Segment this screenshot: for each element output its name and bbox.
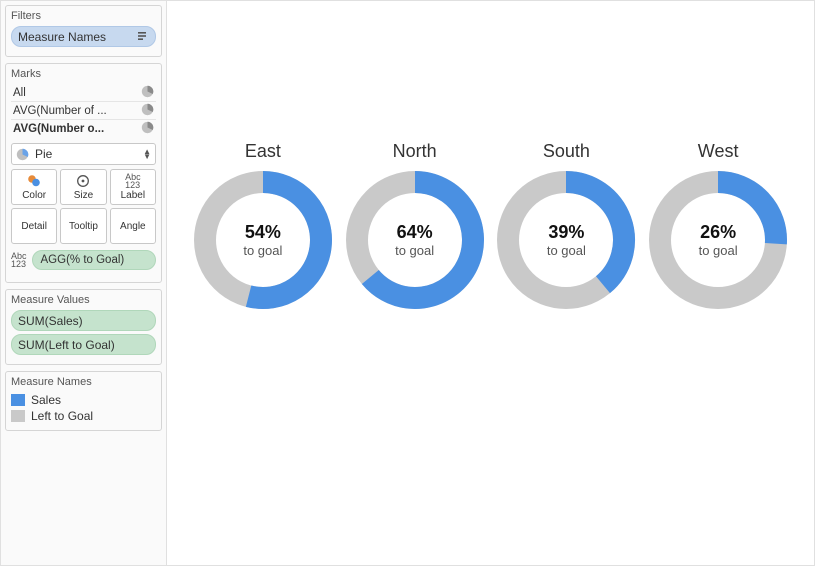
mark-type-label: Pie: [35, 147, 52, 161]
filter-chip-label: Measure Names: [18, 30, 106, 44]
pct-value: 39%: [548, 222, 584, 243]
detail-button[interactable]: Detail: [11, 208, 57, 244]
legend-panel: Measure Names Sales Left to Goal: [5, 371, 162, 431]
donut-chart[interactable]: 64%to goal: [345, 170, 485, 310]
marks-title: Marks: [11, 68, 156, 80]
region-title: North: [393, 141, 437, 162]
region-title: East: [245, 141, 281, 162]
marks-layer-label: All: [13, 87, 26, 99]
region-title: West: [698, 141, 739, 162]
donut-east: East 54%to goal: [193, 141, 333, 310]
donut-chart[interactable]: 54%to goal: [193, 170, 333, 310]
legend-swatch-sales: [11, 394, 25, 406]
legend-item-sales[interactable]: Sales: [11, 392, 156, 408]
mv-pill-0[interactable]: SUM(Sales): [11, 310, 156, 331]
region-title: South: [543, 141, 590, 162]
viz-canvas: East54%to goalNorth64%to goalSouth39%to …: [166, 1, 814, 565]
to-goal-label: to goal: [699, 243, 738, 258]
pie-icon: [141, 121, 154, 137]
donut-chart[interactable]: 39%to goal: [496, 170, 636, 310]
pct-value: 64%: [397, 222, 433, 243]
donut-west: West 26%to goal: [648, 141, 788, 310]
color-icon: [27, 174, 41, 188]
label-shelf-row: Abc123 AGG(% to Goal): [11, 250, 156, 270]
measure-values-panel: Measure Values SUM(Sales) SUM(Left to Go…: [5, 289, 162, 365]
measure-values-title: Measure Values: [11, 294, 156, 306]
pct-value: 26%: [700, 222, 736, 243]
marks-layer-row[interactable]: All: [11, 84, 156, 102]
mv-pill-1[interactable]: SUM(Left to Goal): [11, 334, 156, 355]
to-goal-label: to goal: [395, 243, 434, 258]
label-button[interactable]: Abc123 Label: [110, 169, 156, 205]
color-button[interactable]: Color: [11, 169, 57, 205]
tooltip-button[interactable]: Tooltip: [60, 208, 106, 244]
donut-chart[interactable]: 26%to goal: [648, 170, 788, 310]
donut-north: North 64%to goal: [345, 141, 485, 310]
pct-value: 54%: [245, 222, 281, 243]
label-icon: Abc123: [126, 174, 140, 188]
filters-panel: Filters Measure Names: [5, 5, 162, 57]
pie-icon: [141, 85, 154, 101]
donut-center: 26%to goal: [648, 170, 788, 310]
filter-chip-measure-names[interactable]: Measure Names: [11, 26, 156, 47]
sidebar: Filters Measure Names Marks All AVG(Numbe…: [1, 1, 166, 565]
mark-type-select[interactable]: Pie ▲▼: [11, 143, 156, 165]
label-shelf-pill[interactable]: AGG(% to Goal): [32, 250, 156, 270]
marks-layer-row[interactable]: AVG(Number of ...: [11, 102, 156, 120]
legend-title: Measure Names: [11, 376, 156, 388]
angle-button[interactable]: Angle: [110, 208, 156, 244]
label-shelf-icon: Abc123: [11, 252, 27, 268]
marks-panel: Marks All AVG(Number of ... AVG(Number o..…: [5, 63, 162, 283]
marks-layer-label: AVG(Number o...: [13, 123, 104, 135]
donut-center: 64%to goal: [345, 170, 485, 310]
size-button[interactable]: Size: [60, 169, 106, 205]
filter-chip-menu-icon: [135, 30, 149, 44]
pie-icon: [141, 103, 154, 119]
donut-south: South 39%to goal: [496, 141, 636, 310]
legend-item-left-to-goal[interactable]: Left to Goal: [11, 408, 156, 424]
donut-center: 54%to goal: [193, 170, 333, 310]
donut-row: East54%to goalNorth64%to goalSouth39%to …: [167, 1, 814, 310]
mark-card-buttons: Color Size Abc123 Label Detail Tooltip: [11, 169, 156, 244]
legend-swatch-left: [11, 410, 25, 422]
donut-center: 39%to goal: [496, 170, 636, 310]
pie-icon: [16, 148, 29, 161]
updown-icon: ▲▼: [143, 149, 151, 159]
marks-layer-row[interactable]: AVG(Number o...: [11, 120, 156, 138]
to-goal-label: to goal: [243, 243, 282, 258]
to-goal-label: to goal: [547, 243, 586, 258]
size-icon: [76, 174, 90, 188]
marks-layer-label: AVG(Number of ...: [13, 105, 107, 117]
filters-title: Filters: [11, 10, 156, 22]
app-root: Filters Measure Names Marks All AVG(Numbe…: [0, 0, 815, 566]
